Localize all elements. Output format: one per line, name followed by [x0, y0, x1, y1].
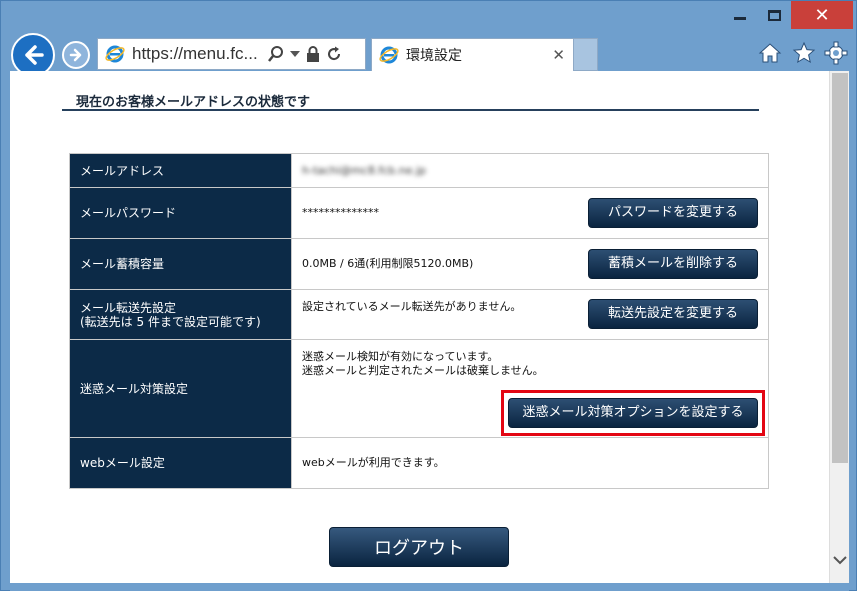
- new-tab-button[interactable]: [574, 38, 598, 71]
- row-value: 設定されているメール転送先がありません。 転送先設定を変更する: [292, 290, 768, 339]
- spam-status-line2: 迷惑メールと判定されたメールは破棄しません。: [302, 364, 544, 377]
- storage-value: 0.0MB / 6通(利用制限5120.0MB): [302, 257, 474, 270]
- forward-button[interactable]: [62, 41, 90, 69]
- forward-value: 設定されているメール転送先がありません。: [302, 300, 522, 313]
- row-label-line1: メール転送先設定: [80, 300, 177, 315]
- table-row: 迷惑メール対策設定 迷惑メール検知が有効になっています。 迷惑メールと判定された…: [70, 340, 768, 438]
- title-bar: ✕: [1, 1, 857, 35]
- table-row: メール蓄積容量 0.0MB / 6通(利用制限5120.0MB) 蓄積メールを削…: [70, 239, 768, 290]
- row-value: 0.0MB / 6通(利用制限5120.0MB) 蓄積メールを削除する: [292, 239, 768, 289]
- window-bottom-border: [10, 583, 849, 591]
- address-url[interactable]: https://menu.fc...: [132, 44, 262, 64]
- mail-status-table: メールアドレス h-tachi@mc8.fcb.ne.jp メールパスワード *…: [69, 153, 769, 489]
- maximize-icon: [767, 9, 781, 21]
- table-row: メール転送先設定 (転送先は 5 件まで設定可能です) 設定されているメール転送…: [70, 290, 768, 340]
- title-divider: [62, 109, 759, 111]
- spam-status-text: 迷惑メール検知が有効になっています。 迷惑メールと判定されたメールは破棄しません…: [302, 350, 544, 378]
- lock-icon[interactable]: [306, 46, 320, 62]
- address-bar[interactable]: https://menu.fc...: [97, 38, 366, 70]
- back-arrow-icon: [25, 45, 44, 65]
- gear-icon: [824, 41, 848, 65]
- table-row: メールアドレス h-tachi@mc8.fcb.ne.jp: [70, 154, 768, 188]
- row-value: ************** パスワードを変更する: [292, 188, 768, 238]
- mail-address-value: h-tachi@mc8.fcb.ne.jp: [302, 163, 427, 177]
- row-label: メールパスワード: [70, 188, 292, 238]
- tab-title: 環境設定: [406, 48, 462, 64]
- table-row: メールパスワード ************** パスワードを変更する: [70, 188, 768, 239]
- minimize-icon: [734, 16, 746, 20]
- star-icon: [792, 41, 816, 64]
- favorites-button[interactable]: [791, 40, 817, 66]
- home-icon: [758, 43, 782, 63]
- tab-close-icon[interactable]: ✕: [552, 46, 565, 64]
- delete-stored-mail-button[interactable]: 蓄積メールを削除する: [588, 249, 758, 279]
- row-value: webメールが利用できます。: [302, 456, 445, 469]
- close-window-button[interactable]: ✕: [791, 1, 853, 29]
- close-icon: ✕: [814, 4, 830, 26]
- home-button[interactable]: [757, 40, 783, 66]
- browser-window: ✕ https://menu.fc... 環境設定 ✕ 現在のお客様メールアドレ…: [0, 0, 857, 591]
- tab-favicon-icon: [378, 44, 400, 66]
- table-row: webメール設定 webメールが利用できます。: [70, 438, 768, 488]
- vertical-scrollbar[interactable]: [829, 71, 849, 583]
- row-label: メール転送先設定 (転送先は 5 件まで設定可能です): [70, 290, 292, 339]
- row-label: メールアドレス: [70, 154, 292, 187]
- minimize-button[interactable]: [723, 1, 757, 29]
- row-label: webメール設定: [70, 438, 292, 488]
- scroll-down-icon[interactable]: [833, 555, 847, 565]
- page-viewport: 現在のお客様メールアドレスの状態です メールアドレス h-tachi@mc8.f…: [10, 71, 829, 583]
- refresh-icon[interactable]: [326, 46, 342, 62]
- ie-logo-icon: [104, 43, 126, 65]
- tab-settings[interactable]: 環境設定 ✕: [371, 38, 574, 71]
- search-icon[interactable]: [268, 46, 284, 62]
- row-label-line2: (転送先は 5 件まで設定可能です): [80, 314, 261, 329]
- maximize-button[interactable]: [757, 1, 791, 29]
- change-password-button[interactable]: パスワードを変更する: [588, 198, 758, 228]
- forward-arrow-icon: [69, 48, 82, 62]
- change-forward-button[interactable]: 転送先設定を変更する: [588, 299, 758, 329]
- dropdown-icon[interactable]: [290, 50, 300, 58]
- scrollbar-thumb[interactable]: [832, 73, 848, 463]
- row-value: h-tachi@mc8.fcb.ne.jp: [292, 154, 768, 187]
- spam-option-button[interactable]: 迷惑メール対策オプションを設定する: [508, 398, 758, 428]
- password-value: **************: [302, 206, 379, 219]
- row-label: メール蓄積容量: [70, 239, 292, 289]
- spam-status-line1: 迷惑メール検知が有効になっています。: [302, 350, 499, 363]
- row-label: 迷惑メール対策設定: [70, 340, 292, 437]
- page-title: 現在のお客様メールアドレスの状態です: [76, 95, 311, 110]
- row-value: 迷惑メール検知が有効になっています。 迷惑メールと判定されたメールは破棄しません…: [292, 340, 768, 437]
- logout-button[interactable]: ログアウト: [329, 527, 509, 567]
- settings-button[interactable]: [823, 40, 849, 66]
